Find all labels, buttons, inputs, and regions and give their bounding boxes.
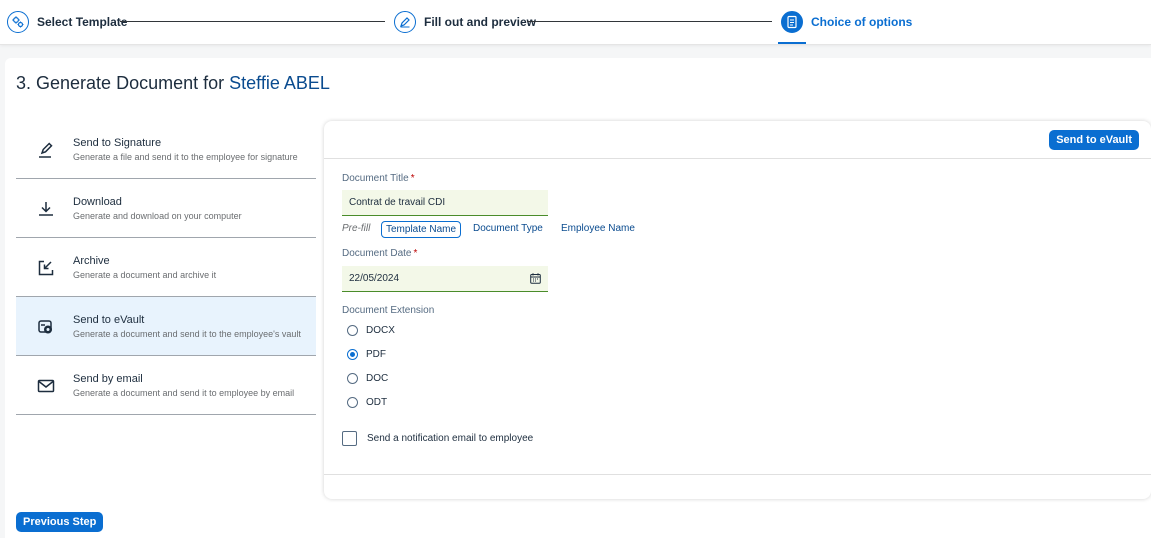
main-content: 3. Generate Document for Steffie ABEL Se… [5,58,1151,538]
archive-icon [38,260,54,276]
send-to-evault-button[interactable]: Send to eVault [1049,130,1139,150]
option-description: Generate and download on your computer [73,211,242,221]
option-title: Send to Signature [73,137,162,149]
option-title: Download [73,196,122,208]
prefill-label: Pre-fill [342,223,371,234]
required-mark: * [413,248,418,259]
wizard-header: Select Template Fill out and preview Cho… [0,0,1151,45]
document-icon [781,11,803,33]
radio-label: ODT [366,396,388,408]
divider [324,474,1151,475]
evault-icon [38,320,52,334]
radio-docx[interactable]: DOCX [347,322,395,338]
download-icon [39,202,53,216]
prefill-template-name-button[interactable]: Template Name [381,221,462,238]
radio-button[interactable] [347,372,358,384]
wizard-connector [120,21,385,22]
generate-options-list: Send to Signature Generate a file and se… [16,120,316,415]
previous-step-button[interactable]: Previous Step [16,512,104,532]
option-description: Generate a file and send it to the emplo… [73,152,298,162]
notification-label: Send a notification email to employee [367,432,534,444]
calendar-icon[interactable] [530,273,541,284]
page-title-prefix: 3. Generate Document for [16,73,225,93]
document-extension-label: Document Extension [342,305,435,316]
radio-label: DOC [366,372,389,384]
option-download[interactable]: Download Generate and download on your c… [16,179,316,238]
wizard-connector [527,21,772,22]
divider [324,158,1151,159]
wizard-step-label: Fill out and preview [424,15,537,29]
document-date-value: 22/05/2024 [349,273,400,284]
option-description: Generate a document and archive it [73,270,217,280]
radio-odt[interactable]: ODT [347,394,387,410]
radio-pdf[interactable]: PDF [347,346,386,362]
prefill-employee-name-button[interactable]: Employee Name [561,221,635,236]
wizard-step-label: Select Template [37,15,128,29]
radio-label: DOCX [366,324,395,336]
signature-pen-icon [39,142,53,158]
prefill-document-type-button[interactable]: Document Type [473,221,543,236]
option-archive[interactable]: Archive Generate a document and archive … [16,238,316,297]
settings-cogs-icon [7,11,29,33]
wizard-step-label: Choice of options [811,15,913,29]
notification-checkbox[interactable] [342,430,357,446]
document-title-input[interactable]: Contrat de travail CDI [342,190,548,216]
document-date-label-text: Document Date [342,248,412,259]
wizard-step-fill-out[interactable]: Fill out and preview [394,10,536,34]
radio-button-selected[interactable] [347,348,358,360]
page-title: 3. Generate Document for Steffie ABEL [16,73,330,94]
option-send-by-email[interactable]: Send by email Generate a document and se… [16,356,316,415]
email-icon [37,379,55,393]
radio-button[interactable] [347,396,358,408]
document-date-input[interactable]: 22/05/2024 [342,266,548,292]
active-step-indicator [778,42,806,44]
employee-name: Steffie ABEL [229,73,330,93]
radio-label: PDF [366,348,386,360]
option-send-to-evault[interactable]: Send to eVault Generate a document and s… [16,297,316,356]
radio-doc[interactable]: DOC [347,370,388,386]
option-send-to-signature[interactable]: Send to Signature Generate a file and se… [16,120,316,179]
notification-option[interactable]: Send a notification email to employee [342,429,533,447]
option-title: Send by email [73,373,143,385]
wizard-step-choice-of-options[interactable]: Choice of options [781,10,912,34]
document-title-label-text: Document Title [342,173,409,184]
option-title: Archive [73,255,110,267]
document-date-label: Document Date * [342,248,417,259]
document-title-label: Document Title * [342,173,415,184]
edit-pencil-icon [394,11,416,33]
option-title: Send to eVault [73,314,145,326]
radio-button[interactable] [347,324,358,336]
options-form-panel: Send to eVault Document Title * Contrat d… [324,121,1151,499]
required-mark: * [410,173,415,184]
option-description: Generate a document and send it to the e… [73,329,301,339]
option-description: Generate a document and send it to emplo… [73,388,295,398]
wizard-step-select-template[interactable]: Select Template [7,10,127,34]
